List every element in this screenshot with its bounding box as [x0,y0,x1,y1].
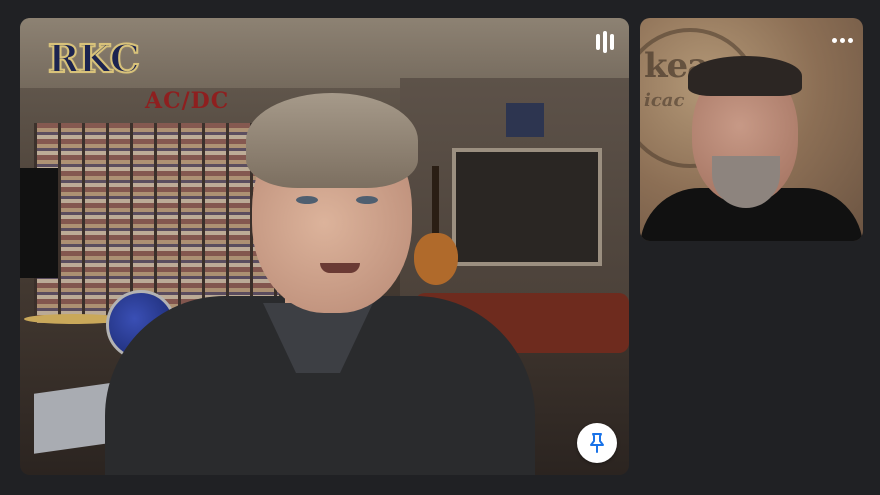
audio-level-icon [593,30,617,54]
speaker-cabinet [20,168,58,278]
participant-eye-left [296,196,318,204]
participant-hair [688,56,802,96]
main-participant-tile[interactable]: AC/DC RKC [20,18,629,475]
side-participant-tile[interactable]: kea icac [640,18,863,241]
more-options-icon [832,37,837,43]
guitar-neck [432,166,439,238]
guitar-body [414,233,458,285]
more-options-button[interactable] [832,28,853,52]
channel-logo: RKC [47,35,141,82]
participant-hair [246,93,418,188]
participant-mouth [320,263,360,273]
wall-sign: AC/DC [145,88,230,114]
small-poster [506,103,544,137]
framed-poster [452,148,602,266]
wall-logo-subtext: icac [644,90,685,111]
participant-eye-right [356,196,378,204]
video-call-stage: AC/DC RKC kea icac [0,0,880,495]
pin-button[interactable] [577,423,617,463]
pin-icon [590,433,604,453]
